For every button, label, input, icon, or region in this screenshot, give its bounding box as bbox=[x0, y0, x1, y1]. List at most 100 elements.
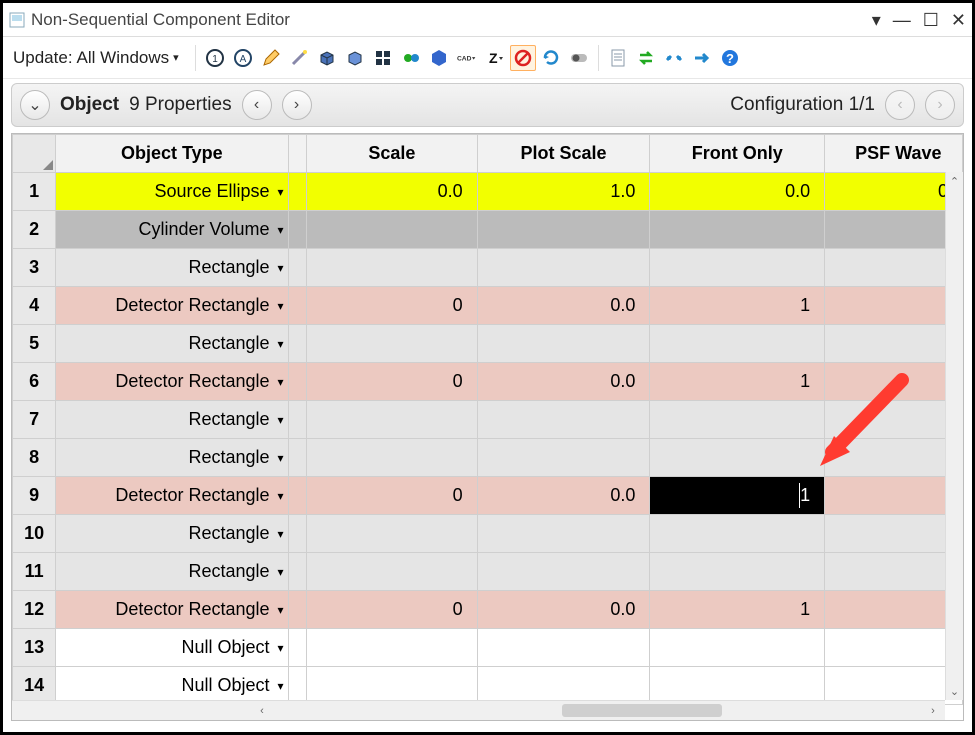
object-type-cell[interactable]: Detector Rectangle▾ bbox=[56, 477, 288, 515]
tool-help-icon[interactable]: ? bbox=[717, 45, 743, 71]
col-plot-scale[interactable]: Plot Scale bbox=[477, 135, 650, 173]
scroll-up-icon[interactable]: ⌃ bbox=[946, 172, 963, 190]
row-number-cell[interactable]: 7 bbox=[13, 401, 56, 439]
scale-cell[interactable] bbox=[307, 401, 478, 439]
table-row[interactable]: 4Detector Rectangle▾00.01 bbox=[13, 287, 963, 325]
scroll-down-icon[interactable]: ⌄ bbox=[946, 682, 963, 700]
tool-grid-icon[interactable] bbox=[370, 45, 396, 71]
psf-wave-cell[interactable] bbox=[825, 667, 963, 705]
row-number-cell[interactable]: 5 bbox=[13, 325, 56, 363]
gap-cell[interactable] bbox=[288, 439, 307, 477]
gap-cell[interactable] bbox=[288, 515, 307, 553]
tool-nosign-icon[interactable] bbox=[510, 45, 536, 71]
tool-z-menu[interactable]: Z bbox=[482, 45, 508, 71]
plot-scale-cell[interactable] bbox=[477, 515, 650, 553]
front-only-cell[interactable]: 1 bbox=[650, 363, 825, 401]
front-only-cell[interactable]: 1 bbox=[650, 287, 825, 325]
plot-scale-cell[interactable] bbox=[477, 667, 650, 705]
plot-scale-cell[interactable] bbox=[477, 211, 650, 249]
table-row[interactable]: 14Null Object▾ bbox=[13, 667, 963, 705]
object-type-cell[interactable]: Detector Rectangle▾ bbox=[56, 287, 288, 325]
psf-wave-cell[interactable] bbox=[825, 325, 963, 363]
dropdown-icon[interactable]: ▾ bbox=[277, 337, 283, 351]
psf-wave-cell[interactable]: 0 bbox=[825, 173, 963, 211]
row-number-cell[interactable]: 3 bbox=[13, 249, 56, 287]
tool-doc-icon[interactable] bbox=[605, 45, 631, 71]
col-gap[interactable] bbox=[288, 135, 307, 173]
row-number-cell[interactable]: 8 bbox=[13, 439, 56, 477]
object-type-cell[interactable]: Rectangle▾ bbox=[56, 439, 288, 477]
table-row[interactable]: 11Rectangle▾ bbox=[13, 553, 963, 591]
front-only-cell[interactable] bbox=[650, 325, 825, 363]
front-only-cell[interactable] bbox=[650, 249, 825, 287]
row-number-cell[interactable]: 1 bbox=[13, 173, 56, 211]
horizontal-scrollbar[interactable]: ‹ › bbox=[12, 700, 945, 720]
col-front-only[interactable]: Front Only bbox=[650, 135, 825, 173]
gap-cell[interactable] bbox=[288, 249, 307, 287]
object-type-cell[interactable]: Source Ellipse▾ bbox=[56, 173, 288, 211]
front-only-cell[interactable] bbox=[650, 211, 825, 249]
front-only-cell[interactable] bbox=[650, 515, 825, 553]
col-object-type[interactable]: Object Type bbox=[56, 135, 288, 173]
scale-cell[interactable] bbox=[307, 325, 478, 363]
scale-cell[interactable] bbox=[307, 249, 478, 287]
object-type-cell[interactable]: Null Object▾ bbox=[56, 629, 288, 667]
row-number-cell[interactable]: 6 bbox=[13, 363, 56, 401]
psf-wave-cell[interactable] bbox=[825, 515, 963, 553]
dropdown-icon[interactable]: ▾ bbox=[872, 11, 881, 29]
tool-hex-icon[interactable] bbox=[426, 45, 452, 71]
table-row[interactable]: 3Rectangle▾ bbox=[13, 249, 963, 287]
front-only-cell[interactable] bbox=[650, 439, 825, 477]
col-scale[interactable]: Scale bbox=[307, 135, 478, 173]
minimize-icon[interactable]: — bbox=[893, 11, 911, 29]
scroll-left-icon[interactable]: ‹ bbox=[252, 705, 272, 717]
row-number-cell[interactable]: 9 bbox=[13, 477, 56, 515]
scale-cell[interactable] bbox=[307, 629, 478, 667]
psf-wave-cell[interactable] bbox=[825, 211, 963, 249]
object-type-cell[interactable]: Cylinder Volume▾ bbox=[56, 211, 288, 249]
dropdown-icon[interactable]: ▾ bbox=[277, 641, 283, 655]
data-grid[interactable]: Object Type Scale Plot Scale Front Only … bbox=[11, 133, 964, 721]
table-row[interactable]: 12Detector Rectangle▾00.01 bbox=[13, 591, 963, 629]
plot-scale-cell[interactable] bbox=[477, 249, 650, 287]
scale-cell[interactable]: 0.0 bbox=[307, 173, 478, 211]
scroll-right-icon[interactable]: › bbox=[923, 705, 943, 717]
gap-cell[interactable] bbox=[288, 173, 307, 211]
dropdown-icon[interactable]: ▾ bbox=[277, 451, 283, 465]
expand-button[interactable]: ⌄ bbox=[20, 90, 50, 120]
scrollbar-thumb[interactable] bbox=[562, 704, 722, 717]
psf-wave-cell[interactable] bbox=[825, 363, 963, 401]
table-row[interactable]: 8Rectangle▾ bbox=[13, 439, 963, 477]
psf-wave-cell[interactable] bbox=[825, 401, 963, 439]
psf-wave-cell[interactable] bbox=[825, 439, 963, 477]
object-type-cell[interactable]: Detector Rectangle▾ bbox=[56, 591, 288, 629]
tool-refresh-icon[interactable] bbox=[538, 45, 564, 71]
col-psf-wave[interactable]: PSF Wave bbox=[825, 135, 963, 173]
table-row[interactable]: 6Detector Rectangle▾00.01 bbox=[13, 363, 963, 401]
scale-cell[interactable]: 0 bbox=[307, 363, 478, 401]
table-row[interactable]: 9Detector Rectangle▾ 00.01 bbox=[13, 477, 963, 515]
object-type-cell[interactable]: Rectangle▾ bbox=[56, 553, 288, 591]
dropdown-icon[interactable]: ▾ bbox=[277, 679, 283, 693]
tool-wand-icon[interactable] bbox=[286, 45, 312, 71]
tool-dots-icon[interactable] bbox=[398, 45, 424, 71]
scale-cell[interactable]: 0 bbox=[307, 287, 478, 325]
front-only-cell[interactable]: 0.0 bbox=[650, 173, 825, 211]
scale-cell[interactable]: 0 bbox=[307, 591, 478, 629]
table-row[interactable]: 13Null Object▾ bbox=[13, 629, 963, 667]
object-type-cell[interactable]: Rectangle▾ bbox=[56, 515, 288, 553]
tool-toggle-icon[interactable] bbox=[566, 45, 592, 71]
table-row[interactable]: 10Rectangle▾ bbox=[13, 515, 963, 553]
next-object-button[interactable]: › bbox=[282, 90, 312, 120]
psf-wave-cell[interactable] bbox=[825, 287, 963, 325]
plot-scale-cell[interactable] bbox=[477, 629, 650, 667]
dropdown-icon[interactable]: ▾ bbox=[277, 375, 283, 389]
dropdown-icon[interactable]: ▾ bbox=[277, 261, 283, 275]
plot-scale-cell[interactable]: 0.0 bbox=[477, 477, 650, 515]
plot-scale-cell[interactable] bbox=[477, 439, 650, 477]
scale-cell[interactable]: 0 bbox=[307, 477, 478, 515]
select-all-corner[interactable] bbox=[13, 135, 56, 173]
prev-object-button[interactable]: ‹ bbox=[242, 90, 272, 120]
front-only-cell[interactable]: 1 bbox=[650, 477, 825, 515]
psf-wave-cell[interactable] bbox=[825, 249, 963, 287]
